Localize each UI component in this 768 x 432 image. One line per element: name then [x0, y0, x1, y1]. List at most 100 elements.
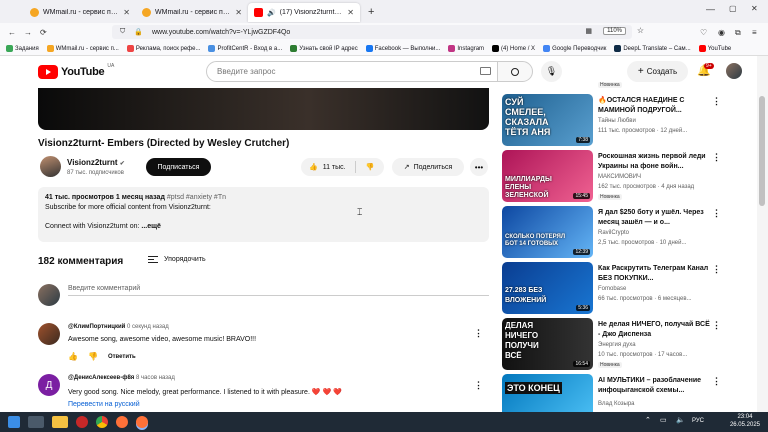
browser-tab-3-active[interactable]: 🔊 (17) Visionz2turnt- Embers ✕ [248, 3, 360, 22]
zoom-level[interactable]: 110% [603, 27, 626, 35]
description-box[interactable]: 41 тыс. просмотров 1 месяц назад #ptsd #… [38, 187, 489, 242]
new-tab-button[interactable]: + [368, 6, 374, 18]
language-indicator[interactable]: РУС [692, 418, 704, 424]
video-thumbnail[interactable]: СКОЛЬКО ПОТЕРЯЛ БОТ 14 ГОТОВЫХ 12:39 [502, 206, 593, 258]
scrollbar-thumb[interactable] [759, 96, 765, 206]
translate-link[interactable]: Перевести на русский [68, 401, 140, 408]
subscribe-button[interactable]: Подписаться [146, 158, 211, 176]
dislike-button[interactable]: 👎 [356, 163, 384, 171]
chrome-icon[interactable] [96, 416, 108, 428]
browser-tab-2[interactable]: WMmail.ru - сервис почтовых ✕ [136, 3, 248, 22]
file-explorer-icon[interactable] [52, 416, 68, 428]
recommendation-title[interactable]: Не делая НИЧЕГО, получай ВСЁ - Джо Диспе… [598, 320, 714, 340]
minimize-icon[interactable]: — [706, 4, 715, 14]
bookmark-item[interactable]: Facebook — Выполни... [365, 45, 440, 52]
clock[interactable]: 23:04 26.05.2025 [730, 413, 760, 429]
page-scrollbar[interactable] [757, 56, 768, 412]
comment-menu-icon[interactable]: ⋮ [474, 380, 483, 391]
recommendation-item[interactable]: Новинка [502, 36, 720, 88]
close-tab-icon[interactable]: ✕ [235, 8, 242, 17]
recommendation-menu-icon[interactable]: ⋮ [712, 96, 721, 107]
add-comment-input[interactable]: Введите комментарий [68, 285, 489, 296]
close-window-icon[interactable]: ✕ [751, 4, 758, 13]
recommendation-menu-icon[interactable]: ⋮ [712, 320, 721, 331]
video-thumbnail[interactable]: СУЙ СМЕЛЕЕ, СКАЗАЛА ТЁТЯ АНЯ 7:38 [502, 94, 593, 146]
recommendation-item[interactable]: ДЕЛАЯ НИЧЕГО ПОЛУЧИ ВСЁ 16:54 Не делая Н… [502, 318, 721, 370]
recommendation-title[interactable]: Как Раскрутить Телеграм Канал БЕЗ ПОКУПК… [598, 264, 714, 284]
firefox-active-icon[interactable] [136, 416, 148, 428]
show-more-link[interactable]: ...ещё [141, 223, 161, 230]
recommendation-menu-icon[interactable]: ⋮ [712, 264, 721, 275]
bookmark-star-icon[interactable]: ☆ [637, 26, 644, 35]
sort-comments-button[interactable]: Упорядочить [148, 256, 206, 263]
browser-tab-1[interactable]: WMmail.ru - сервис почтовых ✕ [24, 3, 136, 22]
tray-arrow-icon[interactable]: ⌃ [645, 416, 651, 424]
bookmark-item[interactable]: Instagram [448, 45, 484, 52]
user-avatar[interactable] [726, 63, 742, 79]
video-thumbnail[interactable]: ЭТО КОНЕЦ [502, 374, 593, 412]
recommendation-item[interactable]: ЭТО КОНЕЦ AI МУЛЬТИКИ – разоблачение инф… [502, 374, 720, 412]
recommendation-channel[interactable]: Тайны Любви [598, 118, 636, 124]
recommendation-item[interactable]: СУЙ СМЕЛЕЕ, СКАЗАЛА ТЁТЯ АНЯ 7:38 🔥ОСТАЛ… [502, 94, 721, 146]
recommendation-item[interactable]: МИЛЛИАРДЫ ЕЛЕНЫ ЗЕЛЕНСКОЙ 15:45 Роскошна… [502, 150, 721, 202]
reload-icon[interactable]: ⟳ [40, 28, 47, 37]
recommendation-channel[interactable]: Fomobase [598, 286, 626, 292]
bookmark-item[interactable]: Задания [6, 45, 39, 52]
close-tab-icon[interactable]: ✕ [123, 8, 130, 17]
like-button[interactable]: 👍 11 тыс. [301, 161, 356, 173]
video-player[interactable] [38, 88, 489, 130]
video-thumbnail[interactable]: МИЛЛИАРДЫ ЕЛЕНЫ ЗЕЛЕНСКОЙ 15:45 [502, 150, 593, 202]
channel-avatar[interactable] [40, 156, 61, 177]
lock-icon[interactable]: 🔒 [134, 28, 143, 36]
recommendation-menu-icon[interactable]: ⋮ [712, 376, 720, 387]
task-view-icon[interactable] [28, 416, 44, 428]
channel-name[interactable]: Visionz2turnt ✔ [67, 158, 125, 167]
reader-icon[interactable]: ▦ [585, 27, 592, 35]
more-actions-button[interactable]: ••• [470, 158, 488, 176]
recommendation-title[interactable]: AI МУЛЬТИКИ – разоблачение инфоцыганской… [598, 376, 714, 396]
recommendation-title[interactable]: Я дал $250 боту и ушёл. Через месяц зашё… [598, 208, 714, 228]
recommendation-menu-icon[interactable]: ⋮ [712, 208, 721, 219]
comment-author[interactable]: @КлимПортницкий 0 секунд назад [68, 324, 169, 330]
forward-icon[interactable]: → [24, 28, 32, 37]
comment-avatar[interactable]: Д [38, 374, 60, 396]
recommendation-channel[interactable]: Энергия духа [598, 342, 636, 348]
recommendation-item[interactable]: СКОЛЬКО ПОТЕРЯЛ БОТ 14 ГОТОВЫХ 12:39 Я д… [502, 206, 721, 258]
comment-avatar[interactable] [38, 323, 60, 345]
share-button[interactable]: ↗ Поделиться [392, 158, 464, 176]
bookmark-item[interactable]: ProfitCentR - Вход в а... [208, 45, 282, 52]
recommendation-channel[interactable]: МАКСИМОВИЧ [598, 174, 641, 180]
menu-icon[interactable]: ≡ [752, 28, 757, 37]
volume-icon[interactable]: 🔈 [676, 416, 685, 424]
keyboard-icon[interactable] [480, 67, 491, 75]
recommendation-title[interactable]: 🔥ОСТАЛСЯ НАЕДИНЕ С МАМИНОЙ ПОДРУГОЙ... [598, 96, 714, 116]
bookmark-item[interactable]: WMmail.ru - сервис п... [46, 45, 119, 52]
recommendation-title[interactable]: Роскошная жизнь первой леди Украины на ф… [598, 152, 714, 172]
bookmark-item[interactable]: Узнать свой IP адрес [290, 45, 358, 52]
video-thumbnail[interactable]: 27.283 БЕЗ ВЛОЖЕНИЙ 5:36 [502, 262, 593, 314]
recommendation-item[interactable]: 27.283 БЕЗ ВЛОЖЕНИЙ 5:36 Как Раскрутить … [502, 262, 721, 314]
thumbs-up-icon[interactable]: 👍 [68, 352, 78, 361]
bookmark-item[interactable]: Реклама, поиск рефе... [126, 45, 200, 52]
shield-icon[interactable]: ⛉ [120, 28, 125, 36]
recommendation-menu-icon[interactable]: ⋮ [712, 152, 721, 163]
app-icon[interactable] [76, 416, 88, 428]
firefox-icon[interactable] [116, 416, 128, 428]
back-icon[interactable]: ← [8, 28, 16, 37]
video-thumbnail[interactable]: ДЕЛАЯ НИЧЕГО ПОЛУЧИ ВСЁ 16:54 [502, 318, 593, 370]
thumbs-down-icon[interactable]: 👎 [88, 352, 98, 361]
maximize-icon[interactable]: ▢ [729, 4, 737, 13]
extensions-icon[interactable]: ⧉ [735, 28, 741, 38]
close-tab-icon[interactable]: ✕ [347, 8, 354, 17]
recommendation-channel[interactable]: RavilCrypto [598, 230, 629, 236]
comment-menu-icon[interactable]: ⋮ [474, 328, 483, 339]
windows-start-icon[interactable] [8, 416, 20, 428]
search-input[interactable]: Введите запрос [206, 61, 498, 82]
speaker-icon[interactable]: 🔊 [267, 9, 276, 17]
hashtags[interactable]: #ptsd #anxiety #Tn [167, 194, 226, 201]
recommendation-channel[interactable]: Влад Козыра [598, 401, 635, 407]
network-icon[interactable]: ▭ [660, 416, 667, 424]
reply-button[interactable]: Ответить [108, 354, 136, 360]
youtube-logo[interactable]: YouTube UA [38, 63, 114, 79]
comment-author[interactable]: @ДенисАлексеев-ф8я 8 часов назад [68, 375, 175, 381]
